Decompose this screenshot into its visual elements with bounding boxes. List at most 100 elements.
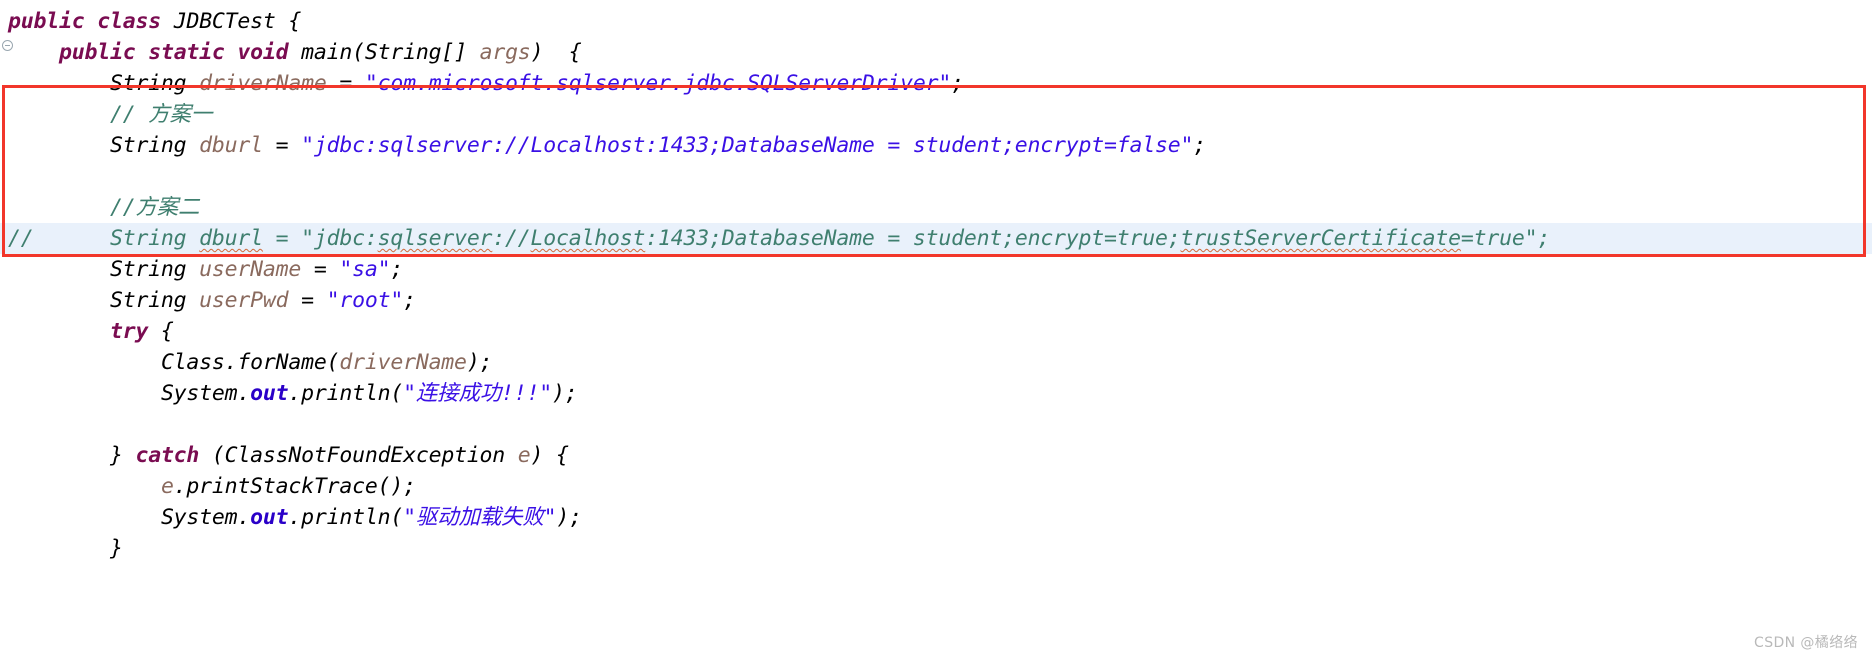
- code-line-content: [0, 164, 8, 189]
- token-plain: .println(: [288, 381, 404, 406]
- token-str: "root": [326, 288, 404, 313]
- spellcheck-underline: trustServerCertificate: [1180, 226, 1462, 251]
- token-plain: String: [109, 71, 200, 96]
- token-plain: ;: [390, 257, 404, 282]
- code-line-4[interactable]: // 方案一: [0, 99, 1872, 130]
- token-plain: ;: [951, 71, 964, 96]
- token-cmtline: // String dburl = "jdbc:sqlserver://Loca…: [8, 226, 1551, 251]
- token-str: "驱动加载失败": [403, 505, 557, 530]
- code-editor[interactable]: public class JDBCTest { public static vo…: [0, 0, 1872, 660]
- token-str: "sa": [339, 257, 391, 282]
- code-line-1[interactable]: public class JDBCTest {: [0, 6, 1872, 37]
- token-plain: =: [262, 133, 302, 158]
- code-line-10[interactable]: String userPwd = "root";: [0, 285, 1872, 316]
- code-line-content: public class JDBCTest {: [0, 9, 301, 34]
- code-line-9[interactable]: String userName = "sa";: [0, 254, 1872, 285]
- code-line-3[interactable]: String driverName = "com.microsoft.sqlse…: [0, 68, 1872, 99]
- token-plain: String: [109, 288, 200, 313]
- token-cmt: //方案二: [109, 195, 200, 220]
- code-line-content: String dburl = "jdbc:sqlserver://Localho…: [0, 133, 1206, 158]
- token-plain: );: [556, 505, 582, 530]
- code-line-content: // String dburl = "jdbc:sqlserver://Loca…: [0, 226, 1550, 251]
- code-line-18[interactable]: }: [0, 533, 1872, 564]
- code-line-5[interactable]: String dburl = "jdbc:sqlserver://Localho…: [0, 130, 1872, 161]
- token-kw: void: [237, 40, 289, 65]
- code-line-8[interactable]: // String dburl = "jdbc:sqlserver://Loca…: [0, 223, 1872, 254]
- code-line-content: }: [0, 536, 123, 561]
- token-plain: ;: [403, 288, 416, 313]
- token-plain: =: [301, 257, 340, 282]
- code-line-14[interactable]: [0, 409, 1872, 440]
- code-line-content: String userName = "sa";: [0, 257, 403, 282]
- token-kw: class: [97, 9, 161, 34]
- token-var: driverName: [199, 71, 327, 96]
- code-line-7[interactable]: //方案二: [0, 192, 1872, 223]
- spellcheck-underline: dburl: [199, 226, 263, 251]
- code-line-content: e.printStackTrace();: [0, 474, 416, 499]
- code-line-2[interactable]: public static void main(String[] args) {: [0, 37, 1872, 68]
- code-line-content: String driverName = "com.microsoft.sqlse…: [0, 71, 964, 96]
- token-fld: out: [250, 381, 289, 406]
- token-str: "com.microsoft.sqlserver.jdbc.SQLServerD…: [364, 71, 952, 96]
- code-line-content: } catch (ClassNotFoundException e) {: [0, 443, 569, 468]
- code-line-15[interactable]: } catch (ClassNotFoundException e) {: [0, 440, 1872, 471]
- token-plain: );: [552, 381, 578, 406]
- token-str: "jdbc:sqlserver://Localhost:1433;Databas…: [301, 133, 1194, 158]
- token-plain: {: [148, 319, 174, 344]
- token-plain: Class.forName(: [160, 350, 340, 375]
- code-line-content: System.out.println("驱动加载失败");: [0, 505, 582, 530]
- token-plain: ;: [1193, 133, 1206, 158]
- token-fld: out: [250, 505, 289, 530]
- token-var: e: [160, 474, 174, 499]
- token-plain: .printStackTrace();: [173, 474, 416, 499]
- token-var: driverName: [339, 350, 467, 375]
- token-plain: (ClassNotFoundException: [199, 443, 518, 468]
- token-plain: {: [275, 9, 302, 34]
- token-plain: ) {: [530, 443, 569, 468]
- code-line-12[interactable]: Class.forName(driverName);: [0, 347, 1872, 378]
- code-line-content: Class.forName(driverName);: [0, 350, 493, 375]
- token-kw: static: [148, 40, 225, 65]
- csdn-watermark: CSDN @橘络络: [1754, 635, 1858, 651]
- token-plain: =: [288, 288, 327, 313]
- code-line-content: try {: [0, 319, 174, 344]
- code-line-11[interactable]: try {: [0, 316, 1872, 347]
- token-plain: String: [109, 133, 200, 158]
- token-plain: JDBCTest: [173, 9, 276, 34]
- code-line-13[interactable]: System.out.println("连接成功!!!");: [0, 378, 1872, 409]
- token-plain: .println(: [288, 505, 404, 530]
- code-line-content: // 方案一: [0, 102, 212, 127]
- token-plain: }: [109, 443, 136, 468]
- token-plain: ) {: [530, 40, 582, 65]
- token-plain: String: [109, 257, 200, 282]
- token-plain: );: [466, 350, 493, 375]
- code-line-6[interactable]: [0, 161, 1872, 192]
- token-var: userPwd: [199, 288, 289, 313]
- code-line-16[interactable]: e.printStackTrace();: [0, 471, 1872, 502]
- token-kw: public: [8, 9, 85, 34]
- token-str: "连接成功!!!": [403, 381, 553, 406]
- token-plain: =: [326, 71, 365, 96]
- token-kw: try: [109, 319, 149, 344]
- token-kw: public: [58, 40, 136, 65]
- token-var: dburl: [199, 133, 263, 158]
- token-plain: System.: [160, 381, 251, 406]
- code-line-content: System.out.println("连接成功!!!");: [0, 381, 578, 406]
- code-line-17[interactable]: System.out.println("驱动加载失败");: [0, 502, 1872, 533]
- token-var: args: [479, 40, 531, 65]
- token-plain: }: [109, 536, 123, 561]
